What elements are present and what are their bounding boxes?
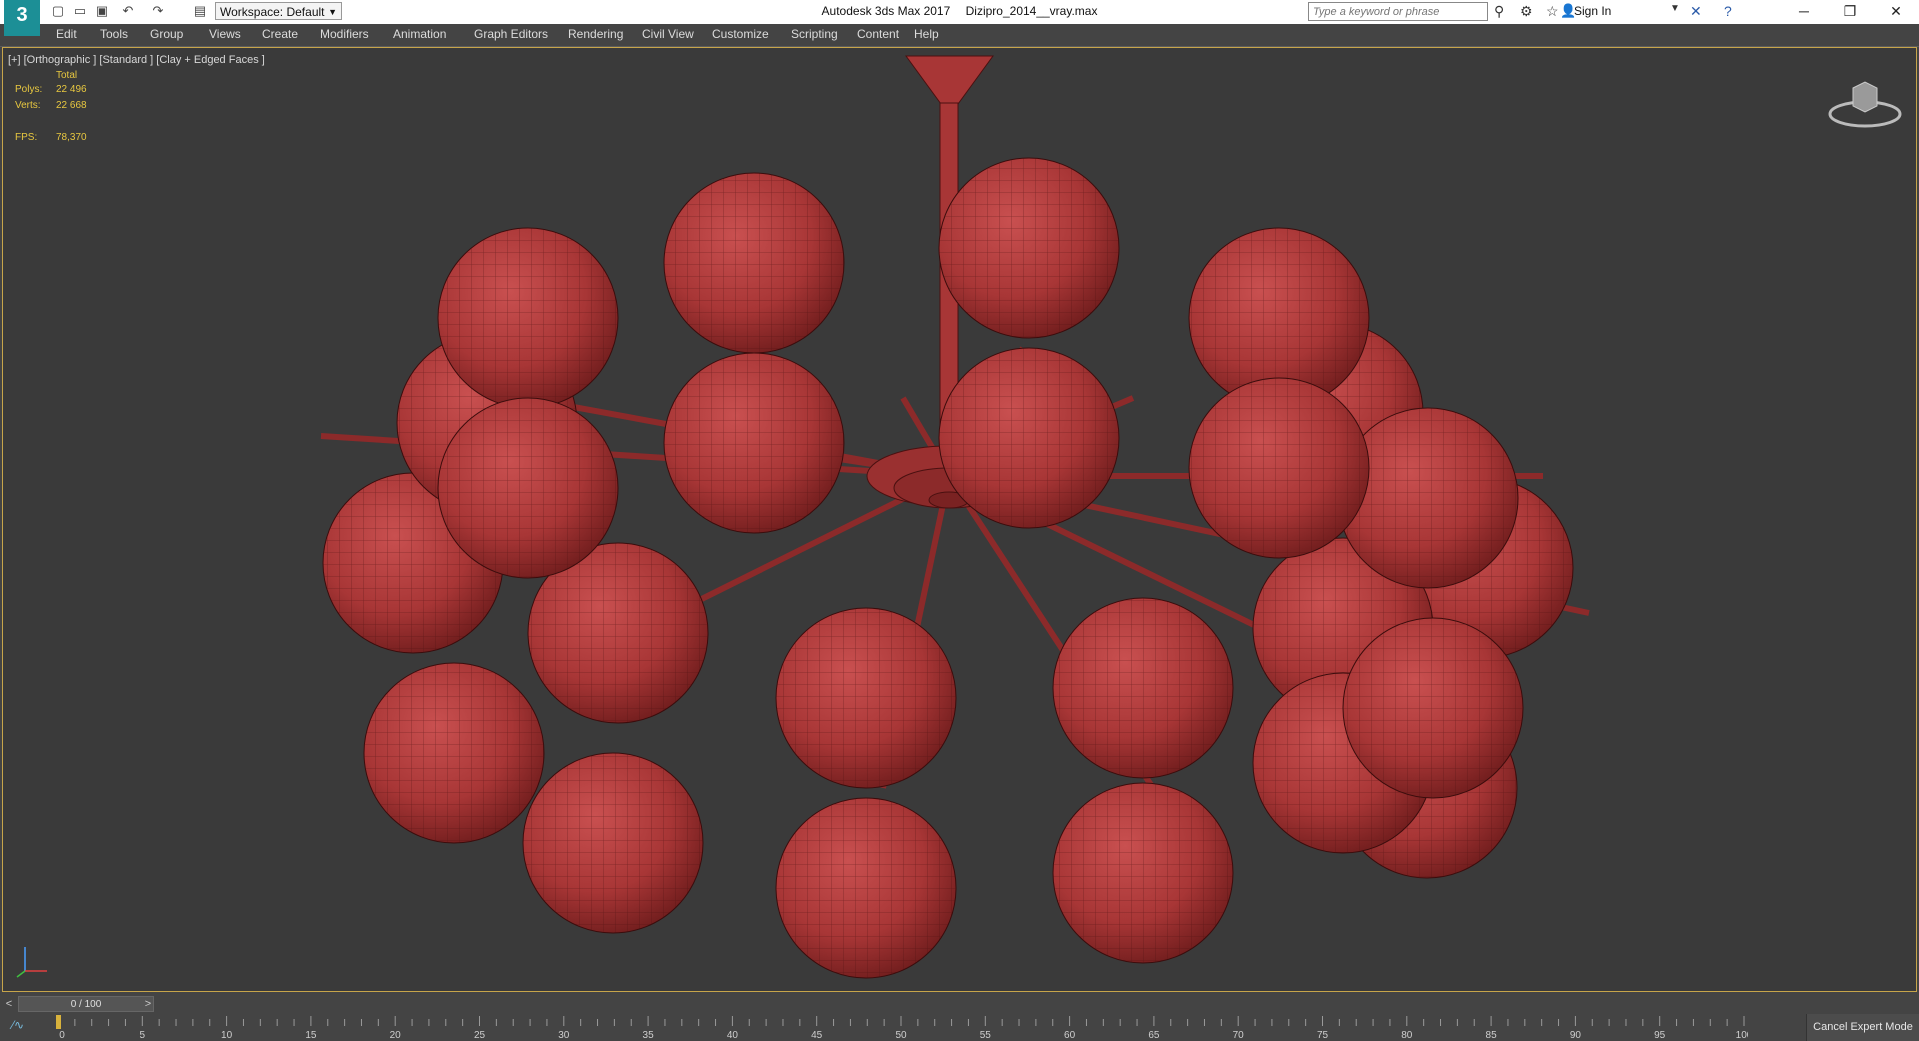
cancel-expert-mode-button[interactable]: Cancel Expert Mode bbox=[1806, 1014, 1919, 1041]
globe-wireframe bbox=[1053, 783, 1233, 963]
globe-wireframe bbox=[664, 173, 844, 353]
minimize-button[interactable]: ─ bbox=[1781, 0, 1827, 24]
title-bar: 3 ▢ ▭ ▣ ↶ ↷ ▤ Workspace: Default ▼ Autod… bbox=[0, 0, 1919, 36]
menu-animation[interactable]: Animation bbox=[393, 27, 446, 41]
app-name: Autodesk 3ds Max 2017 bbox=[821, 4, 951, 18]
frame-tick-label: 20 bbox=[390, 1030, 402, 1041]
menu-bar: Edit Tools Group Views Create Modifiers Animat… bbox=[0, 24, 1919, 47]
restore-button[interactable]: ❐ bbox=[1827, 0, 1873, 24]
globe-wireframe bbox=[939, 348, 1119, 528]
menu-views[interactable]: Views bbox=[209, 27, 241, 41]
time-slider-handle[interactable]: 0 / 100 bbox=[18, 996, 154, 1012]
current-frame-marker[interactable] bbox=[56, 1015, 61, 1029]
chandelier-model[interactable] bbox=[3, 48, 1917, 992]
frame-tick-label: 30 bbox=[558, 1030, 570, 1041]
menu-edit[interactable]: Edit bbox=[56, 27, 77, 41]
close-button[interactable]: ✕ bbox=[1873, 0, 1919, 24]
frame-tick-label: 90 bbox=[1570, 1030, 1582, 1041]
window-title: Autodesk 3ds Max 2017 Dizipro_2014__vray… bbox=[0, 4, 1919, 18]
search-input[interactable] bbox=[1308, 2, 1488, 21]
file-name: Dizipro_2014__vray.max bbox=[965, 4, 1098, 18]
menu-tools[interactable]: Tools bbox=[100, 27, 128, 41]
favorites-star-icon[interactable]: ☆ bbox=[1546, 3, 1559, 20]
track-bar[interactable]: ⁄∿ 0 5 10 15 20 25 30 35 40 45 50 55 60 65 70 75 80 85 90 9… bbox=[0, 1014, 1919, 1041]
menu-civil-view[interactable]: Civil View bbox=[642, 27, 694, 41]
frame-tick-label: 15 bbox=[305, 1030, 317, 1041]
globe-wireframe bbox=[664, 353, 844, 533]
globe-wireframe bbox=[939, 158, 1119, 338]
globe-wireframe bbox=[1053, 598, 1233, 778]
frame-tick-label: 10 bbox=[221, 1030, 233, 1041]
globe-wireframe bbox=[776, 608, 956, 788]
chevron-down-icon[interactable]: ▼ bbox=[1670, 3, 1680, 14]
menu-modifiers[interactable]: Modifiers bbox=[320, 27, 369, 41]
frame-tick-label: 45 bbox=[811, 1030, 823, 1041]
frame-tick-label: 85 bbox=[1486, 1030, 1498, 1041]
menu-help[interactable]: Help bbox=[914, 27, 939, 41]
menu-customize[interactable]: Customize bbox=[712, 27, 769, 41]
app-logo[interactable]: 3 bbox=[4, 0, 40, 36]
binoculars-icon[interactable]: ⚲ bbox=[1494, 3, 1504, 20]
frame-tick-label: 80 bbox=[1401, 1030, 1413, 1041]
globe-wireframe bbox=[1343, 618, 1523, 798]
frame-tick-label: 60 bbox=[1064, 1030, 1076, 1041]
frame-tick-label: 50 bbox=[895, 1030, 907, 1041]
frame-tick-label: 40 bbox=[727, 1030, 739, 1041]
time-slider: < 0 / 100 > bbox=[0, 994, 1919, 1014]
globe-wireframe bbox=[1189, 378, 1369, 558]
frame-tick-label: 0 bbox=[59, 1030, 65, 1041]
globe-wireframe bbox=[364, 663, 544, 843]
menu-group[interactable]: Group bbox=[150, 27, 183, 41]
exchange-apps-icon[interactable]: ✕ bbox=[1690, 3, 1702, 20]
menu-scripting[interactable]: Scripting bbox=[791, 27, 838, 41]
frame-ruler[interactable]: 0 5 10 15 20 25 30 35 40 45 50 55 60 65 70 75 80 85 90 95 10… bbox=[56, 1014, 1748, 1041]
menu-content[interactable]: Content bbox=[857, 27, 899, 41]
mini-curve-editor-icon[interactable]: ⁄∿ bbox=[12, 1018, 24, 1032]
communication-center-icon[interactable]: ⚙ bbox=[1520, 3, 1533, 20]
globe-wireframe bbox=[776, 798, 956, 978]
frame-tick-label: 75 bbox=[1317, 1030, 1329, 1041]
globe-wireframe bbox=[1338, 408, 1518, 588]
sign-in-button[interactable]: Sign In bbox=[1574, 4, 1611, 18]
frame-tick-label: 95 bbox=[1654, 1030, 1666, 1041]
menu-rendering[interactable]: Rendering bbox=[568, 27, 623, 41]
time-prev-button[interactable]: < bbox=[2, 996, 16, 1012]
menu-graph-editors[interactable]: Graph Editors bbox=[474, 27, 548, 41]
frame-tick-label: 5 bbox=[140, 1030, 146, 1041]
frame-tick-label: 55 bbox=[980, 1030, 992, 1041]
axis-tripod-icon bbox=[16, 947, 47, 978]
time-next-button[interactable]: > bbox=[141, 996, 155, 1012]
frame-tick-label: 70 bbox=[1233, 1030, 1245, 1041]
frame-tick-label: 35 bbox=[643, 1030, 655, 1041]
frame-tick-label: 65 bbox=[1148, 1030, 1160, 1041]
viewcube-icon[interactable] bbox=[1828, 76, 1902, 130]
globe-wireframe bbox=[523, 753, 703, 933]
viewport-perspective[interactable]: [+] [Orthographic ] [Standard ] [Clay + … bbox=[2, 47, 1917, 992]
globe-wireframe bbox=[438, 398, 618, 578]
frame-tick-label: 25 bbox=[474, 1030, 486, 1041]
globe-wireframe bbox=[438, 228, 618, 408]
frame-tick-label: 100 bbox=[1736, 1030, 1748, 1041]
chandelier-globes bbox=[322, 157, 1574, 979]
help-icon[interactable]: ? bbox=[1724, 3, 1732, 19]
menu-create[interactable]: Create bbox=[262, 27, 298, 41]
